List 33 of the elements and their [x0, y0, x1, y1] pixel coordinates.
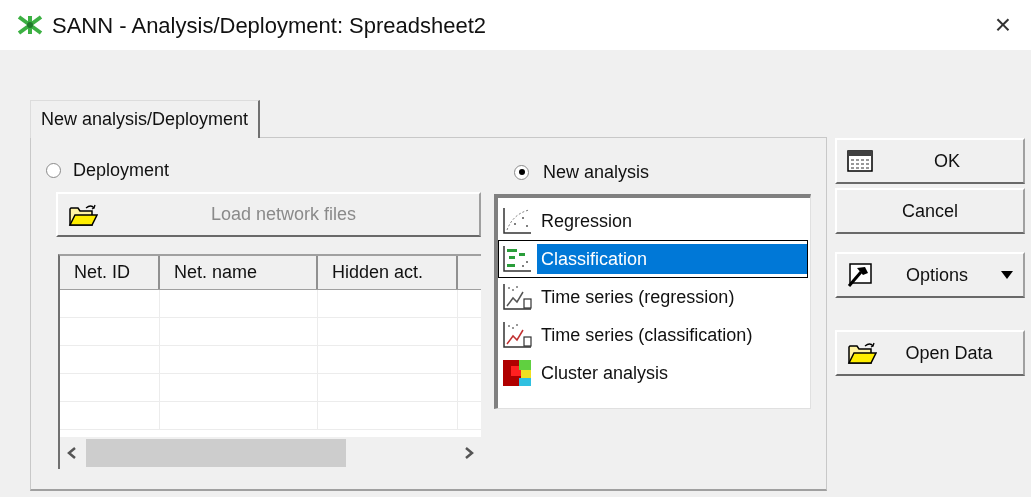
analysis-type-item[interactable]: Time series (regression) [498, 278, 808, 316]
heatmap-icon [501, 358, 533, 388]
ok-button[interactable]: OK [835, 138, 1025, 184]
scroll-left-icon[interactable] [66, 446, 78, 460]
app-logo-icon [16, 14, 44, 36]
column-header[interactable]: Hidden act. [318, 256, 458, 289]
column-header[interactable]: Net. ID [60, 256, 160, 289]
time-series-icon [501, 320, 533, 350]
time-series-icon [501, 282, 533, 312]
radio-button[interactable] [46, 162, 61, 178]
analysis-type-item[interactable]: Classification [498, 240, 808, 278]
radio-label: New analysis [543, 160, 650, 184]
classification-chart-icon [501, 244, 533, 274]
close-button[interactable]: × [990, 11, 1015, 39]
analysis-type-item[interactable]: Time series (classification) [498, 316, 808, 354]
scroll-right-icon[interactable] [463, 446, 475, 460]
radio-button[interactable] [514, 164, 529, 180]
column-header[interactable]: Net. name [160, 256, 318, 289]
window-title: SANN - Analysis/Deployment: Spreadsheet2 [52, 11, 487, 40]
hammer-icon [847, 263, 873, 287]
analysis-type-item[interactable]: Cluster analysis [498, 354, 808, 392]
scroll-thumb[interactable] [86, 439, 346, 467]
tab[interactable]: New analysis/Deployment [30, 100, 261, 138]
open-data-button[interactable]: Open Data [835, 330, 1025, 376]
folder-icon [847, 341, 877, 365]
cancel-button[interactable]: Cancel [835, 188, 1025, 234]
radio-label: Deployment [73, 158, 170, 182]
options-button[interactable]: Options [835, 252, 1025, 298]
folder-icon [68, 202, 98, 227]
analysis-type-item[interactable]: Regression [498, 202, 808, 240]
table-grid-icon [847, 150, 873, 172]
horizontal-scrollbar[interactable] [60, 437, 481, 469]
scatter-curve-icon [501, 206, 533, 236]
